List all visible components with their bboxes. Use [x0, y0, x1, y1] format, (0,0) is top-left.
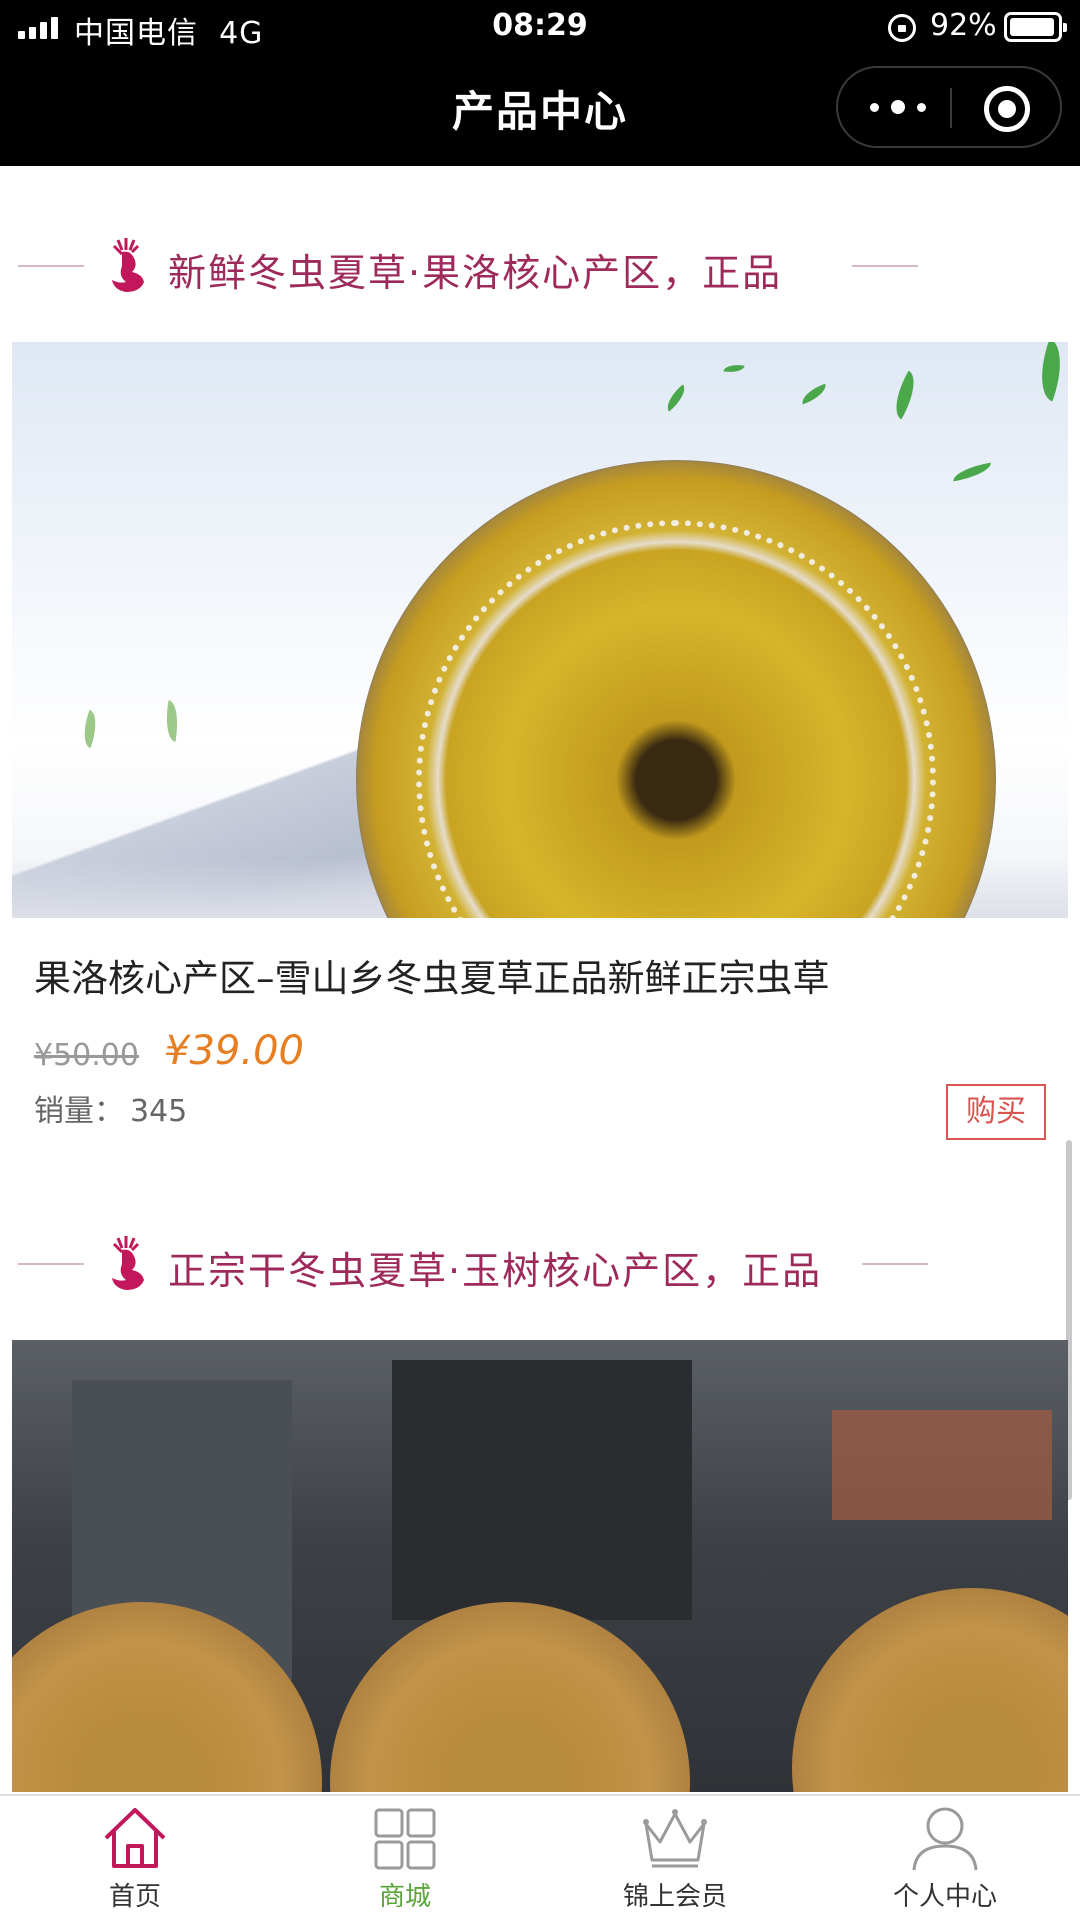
rotation-lock-icon [888, 14, 916, 42]
sales-count: 销量： 345 [34, 1086, 187, 1130]
grid-icon [374, 1808, 436, 1870]
section-header-2: 正宗干冬虫夏草·玉树核心产区，正品 [0, 1234, 1080, 1294]
product-title[interactable]: 果洛核心产区–雪山乡冬虫夏草正品新鲜正宗虫草 [34, 948, 830, 1002]
cordyceps-tin [792, 1588, 1068, 1792]
section-header-1: 新鲜冬虫夏草·果洛核心产区，正品 [0, 236, 1080, 296]
divider-line [862, 1263, 928, 1265]
product-image[interactable] [12, 342, 1068, 918]
tab-bar: 首页 商城 锦上会员 个人中心 [0, 1794, 1080, 1920]
tab-mall[interactable]: 商城 [270, 1796, 540, 1920]
tab-home[interactable]: 首页 [0, 1796, 270, 1920]
status-bar: 中国电信 4G 08:29 92% [0, 0, 1080, 56]
deer-logo-icon [112, 238, 144, 292]
cordyceps-tin [330, 1602, 690, 1792]
battery-icon [1004, 12, 1067, 42]
person-icon [912, 1807, 978, 1871]
battery-percent: 92% [930, 8, 997, 43]
tab-label: 锦上会员 [622, 1882, 727, 1912]
tab-label: 个人中心 [892, 1882, 997, 1912]
tab-label: 商城 [378, 1882, 431, 1912]
deer-logo-icon [112, 1236, 144, 1290]
sales-label: 销量： [34, 1094, 124, 1129]
capsule-divider [950, 88, 952, 128]
section-heading: 新鲜冬虫夏草·果洛核心产区，正品 [168, 251, 783, 295]
miniprogram-capsule [836, 66, 1062, 148]
section-heading: 正宗干冬虫夏草·玉树核心产区，正品 [168, 1249, 823, 1293]
divider-line [18, 265, 84, 267]
crown-icon [643, 1809, 707, 1868]
close-miniprogram-icon[interactable] [984, 86, 1030, 132]
original-price: ¥50.00 [34, 1038, 139, 1073]
status-time: 08:29 [492, 8, 588, 43]
buy-button[interactable]: 购买 [946, 1084, 1046, 1140]
divider-line [18, 1263, 84, 1265]
divider-line [852, 265, 918, 267]
sale-price: ¥39.00 [164, 1028, 304, 1074]
tab-profile[interactable]: 个人中心 [810, 1796, 1080, 1920]
product-image[interactable] [12, 1340, 1068, 1792]
home-icon [104, 1808, 166, 1868]
tab-label: 首页 [108, 1882, 161, 1912]
tab-membership[interactable]: 锦上会员 [540, 1796, 810, 1920]
top-bar: 中国电信 4G 08:29 92% 产品中心 [0, 0, 1080, 166]
sales-value: 345 [130, 1094, 188, 1129]
more-icon[interactable] [870, 94, 926, 120]
